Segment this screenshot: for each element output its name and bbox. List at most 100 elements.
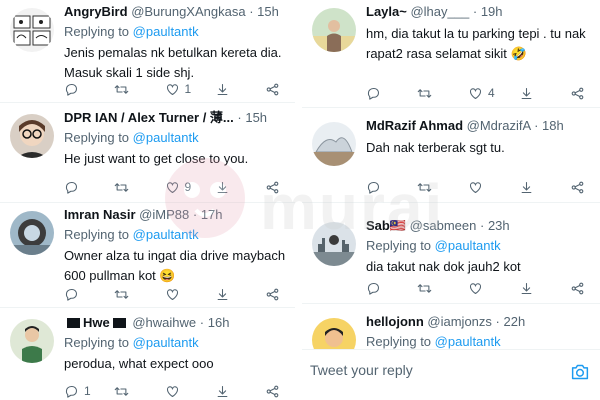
author-name[interactable]: AngryBird — [64, 4, 128, 19]
retweet-button[interactable] — [114, 384, 162, 399]
retweet-button[interactable] — [114, 180, 162, 195]
tweet-actions — [366, 279, 586, 297]
bookmark-button[interactable] — [215, 82, 263, 97]
tweet-angrybird[interactable]: AngryBird @BurungXAngkasa · 15h Replying… — [0, 0, 295, 103]
author-handle[interactable]: @iMP88 — [139, 207, 189, 222]
author-handle[interactable]: @iamjonzs — [427, 314, 492, 329]
retweet-button[interactable] — [417, 281, 465, 296]
replying-to-label: Replying to — [366, 334, 432, 349]
avatar[interactable] — [312, 8, 356, 52]
reply-button[interactable]: 1 — [64, 384, 112, 399]
tweet-time[interactable]: 23h — [488, 218, 510, 233]
reply-icon — [367, 87, 380, 100]
mention-link[interactable]: @paultantk — [133, 24, 199, 39]
reply-icon — [65, 385, 78, 398]
pirate-flag-emoji — [64, 315, 83, 330]
tweet-time[interactable]: 19h — [481, 4, 503, 19]
mention-link[interactable]: @paultantk — [133, 335, 199, 350]
retweet-button[interactable] — [114, 287, 162, 302]
author-name[interactable]: MdRazif Ahmad — [366, 118, 463, 133]
bookmark-button[interactable] — [519, 281, 567, 296]
avatar[interactable] — [312, 122, 356, 166]
like-button[interactable] — [165, 287, 213, 302]
share-icon — [266, 288, 279, 300]
mention-link[interactable]: @paultantk — [133, 130, 199, 145]
avatar[interactable] — [10, 114, 54, 158]
author-handle[interactable]: @sabmeen — [410, 218, 477, 233]
like-button[interactable] — [468, 281, 516, 296]
share-button[interactable] — [570, 86, 586, 101]
reply-icon — [367, 282, 380, 295]
author-name[interactable]: Imran Nasir — [64, 207, 136, 222]
share-icon — [266, 181, 279, 193]
like-button[interactable]: 9 — [165, 180, 213, 195]
bookmark-icon — [217, 83, 228, 95]
mention-link[interactable]: @paultantk — [133, 227, 199, 242]
bookmark-button[interactable] — [519, 180, 567, 195]
author-handle[interactable]: @lhay___ — [410, 4, 469, 19]
tweet-time[interactable]: 15h — [257, 4, 279, 19]
mention-link[interactable]: @paultantk — [435, 238, 501, 253]
tweet-actions: 1 — [64, 382, 281, 400]
share-button[interactable] — [570, 180, 586, 195]
author-name[interactable]: Sab🇲🇾 — [366, 218, 406, 233]
bookmark-button[interactable] — [215, 180, 263, 195]
avatar[interactable] — [10, 8, 54, 52]
camera-icon[interactable] — [570, 363, 590, 381]
mention-link[interactable]: @paultantk — [435, 334, 501, 349]
tweet-hwe[interactable]: Hwe @hwaihwe · 16h Replying to @paultant… — [0, 311, 295, 400]
tweet-dpr-ian[interactable]: DPR IAN / Alex Turner / 薄... · 15h Reply… — [0, 106, 295, 203]
tweet-text: hm, dia takut la tu parking tepi . tu na… — [366, 26, 586, 61]
reply-button[interactable] — [366, 86, 414, 101]
tweet-time[interactable]: 15h — [245, 110, 267, 125]
tweet-time[interactable]: 17h — [201, 207, 223, 222]
reply-button[interactable] — [366, 180, 414, 195]
tweet-sab[interactable]: Sab🇲🇾 @sabmeen · 23h Replying to @paulta… — [302, 214, 600, 304]
like-button[interactable] — [468, 180, 516, 195]
share-button[interactable] — [265, 287, 281, 302]
retweet-icon — [114, 84, 129, 94]
author-handle[interactable]: @MdrazifA — [467, 118, 531, 133]
retweet-button[interactable] — [114, 82, 162, 97]
reply-button[interactable] — [366, 281, 414, 296]
avatar[interactable] — [312, 222, 356, 266]
reply-button[interactable] — [64, 287, 112, 302]
tweet-actions: 1 — [64, 80, 281, 98]
avatar[interactable] — [10, 211, 54, 255]
share-button[interactable] — [265, 180, 281, 195]
retweet-button[interactable] — [417, 86, 465, 101]
author-name[interactable]: DPR IAN / Alex Turner / 薄... — [64, 110, 234, 125]
like-button[interactable]: 1 — [165, 82, 213, 97]
reply-input[interactable] — [310, 362, 560, 378]
author-name[interactable]: Hwe — [83, 315, 110, 330]
retweet-icon — [417, 283, 432, 293]
tweet-time[interactable]: 18h — [542, 118, 564, 133]
tweet-layla[interactable]: Layla~ @lhay___ · 19h hm, dia takut la t… — [302, 0, 600, 108]
tweet-time[interactable]: 16h — [208, 315, 230, 330]
pirate-flag-emoji — [110, 315, 129, 330]
share-button[interactable] — [265, 384, 281, 399]
tweet-imran-nasir[interactable]: Imran Nasir @iMP88 · 17h Replying to @pa… — [0, 203, 295, 308]
share-button[interactable] — [265, 82, 281, 97]
retweet-button[interactable] — [417, 180, 465, 195]
like-icon — [469, 181, 482, 193]
share-button[interactable] — [570, 281, 586, 296]
author-name[interactable]: hellojonn — [366, 314, 424, 329]
reply-button[interactable] — [64, 82, 112, 97]
tweet-mdrazif[interactable]: MdRazif Ahmad @MdrazifA · 18h Dah nak te… — [302, 114, 600, 203]
author-handle[interactable]: @hwaihwe — [132, 315, 196, 330]
like-button[interactable] — [165, 384, 213, 399]
separator-dot: · — [192, 207, 198, 222]
tweet-time[interactable]: 22h — [504, 314, 526, 329]
bookmark-button[interactable] — [519, 86, 567, 101]
replying-to-label: Replying to — [64, 227, 130, 242]
avatar[interactable] — [10, 319, 54, 363]
reply-button[interactable] — [64, 180, 112, 195]
author-name[interactable]: Layla~ — [366, 4, 407, 19]
tweet-hellojonn[interactable]: hellojonn @iamjonzs · 22h Replying to @p… — [302, 310, 600, 362]
bookmark-button[interactable] — [215, 384, 263, 399]
replying-to-label: Replying to — [64, 130, 130, 145]
bookmark-button[interactable] — [215, 287, 263, 302]
author-handle[interactable]: @BurungXAngkasa — [131, 4, 245, 19]
like-button[interactable]: 4 — [468, 86, 516, 101]
